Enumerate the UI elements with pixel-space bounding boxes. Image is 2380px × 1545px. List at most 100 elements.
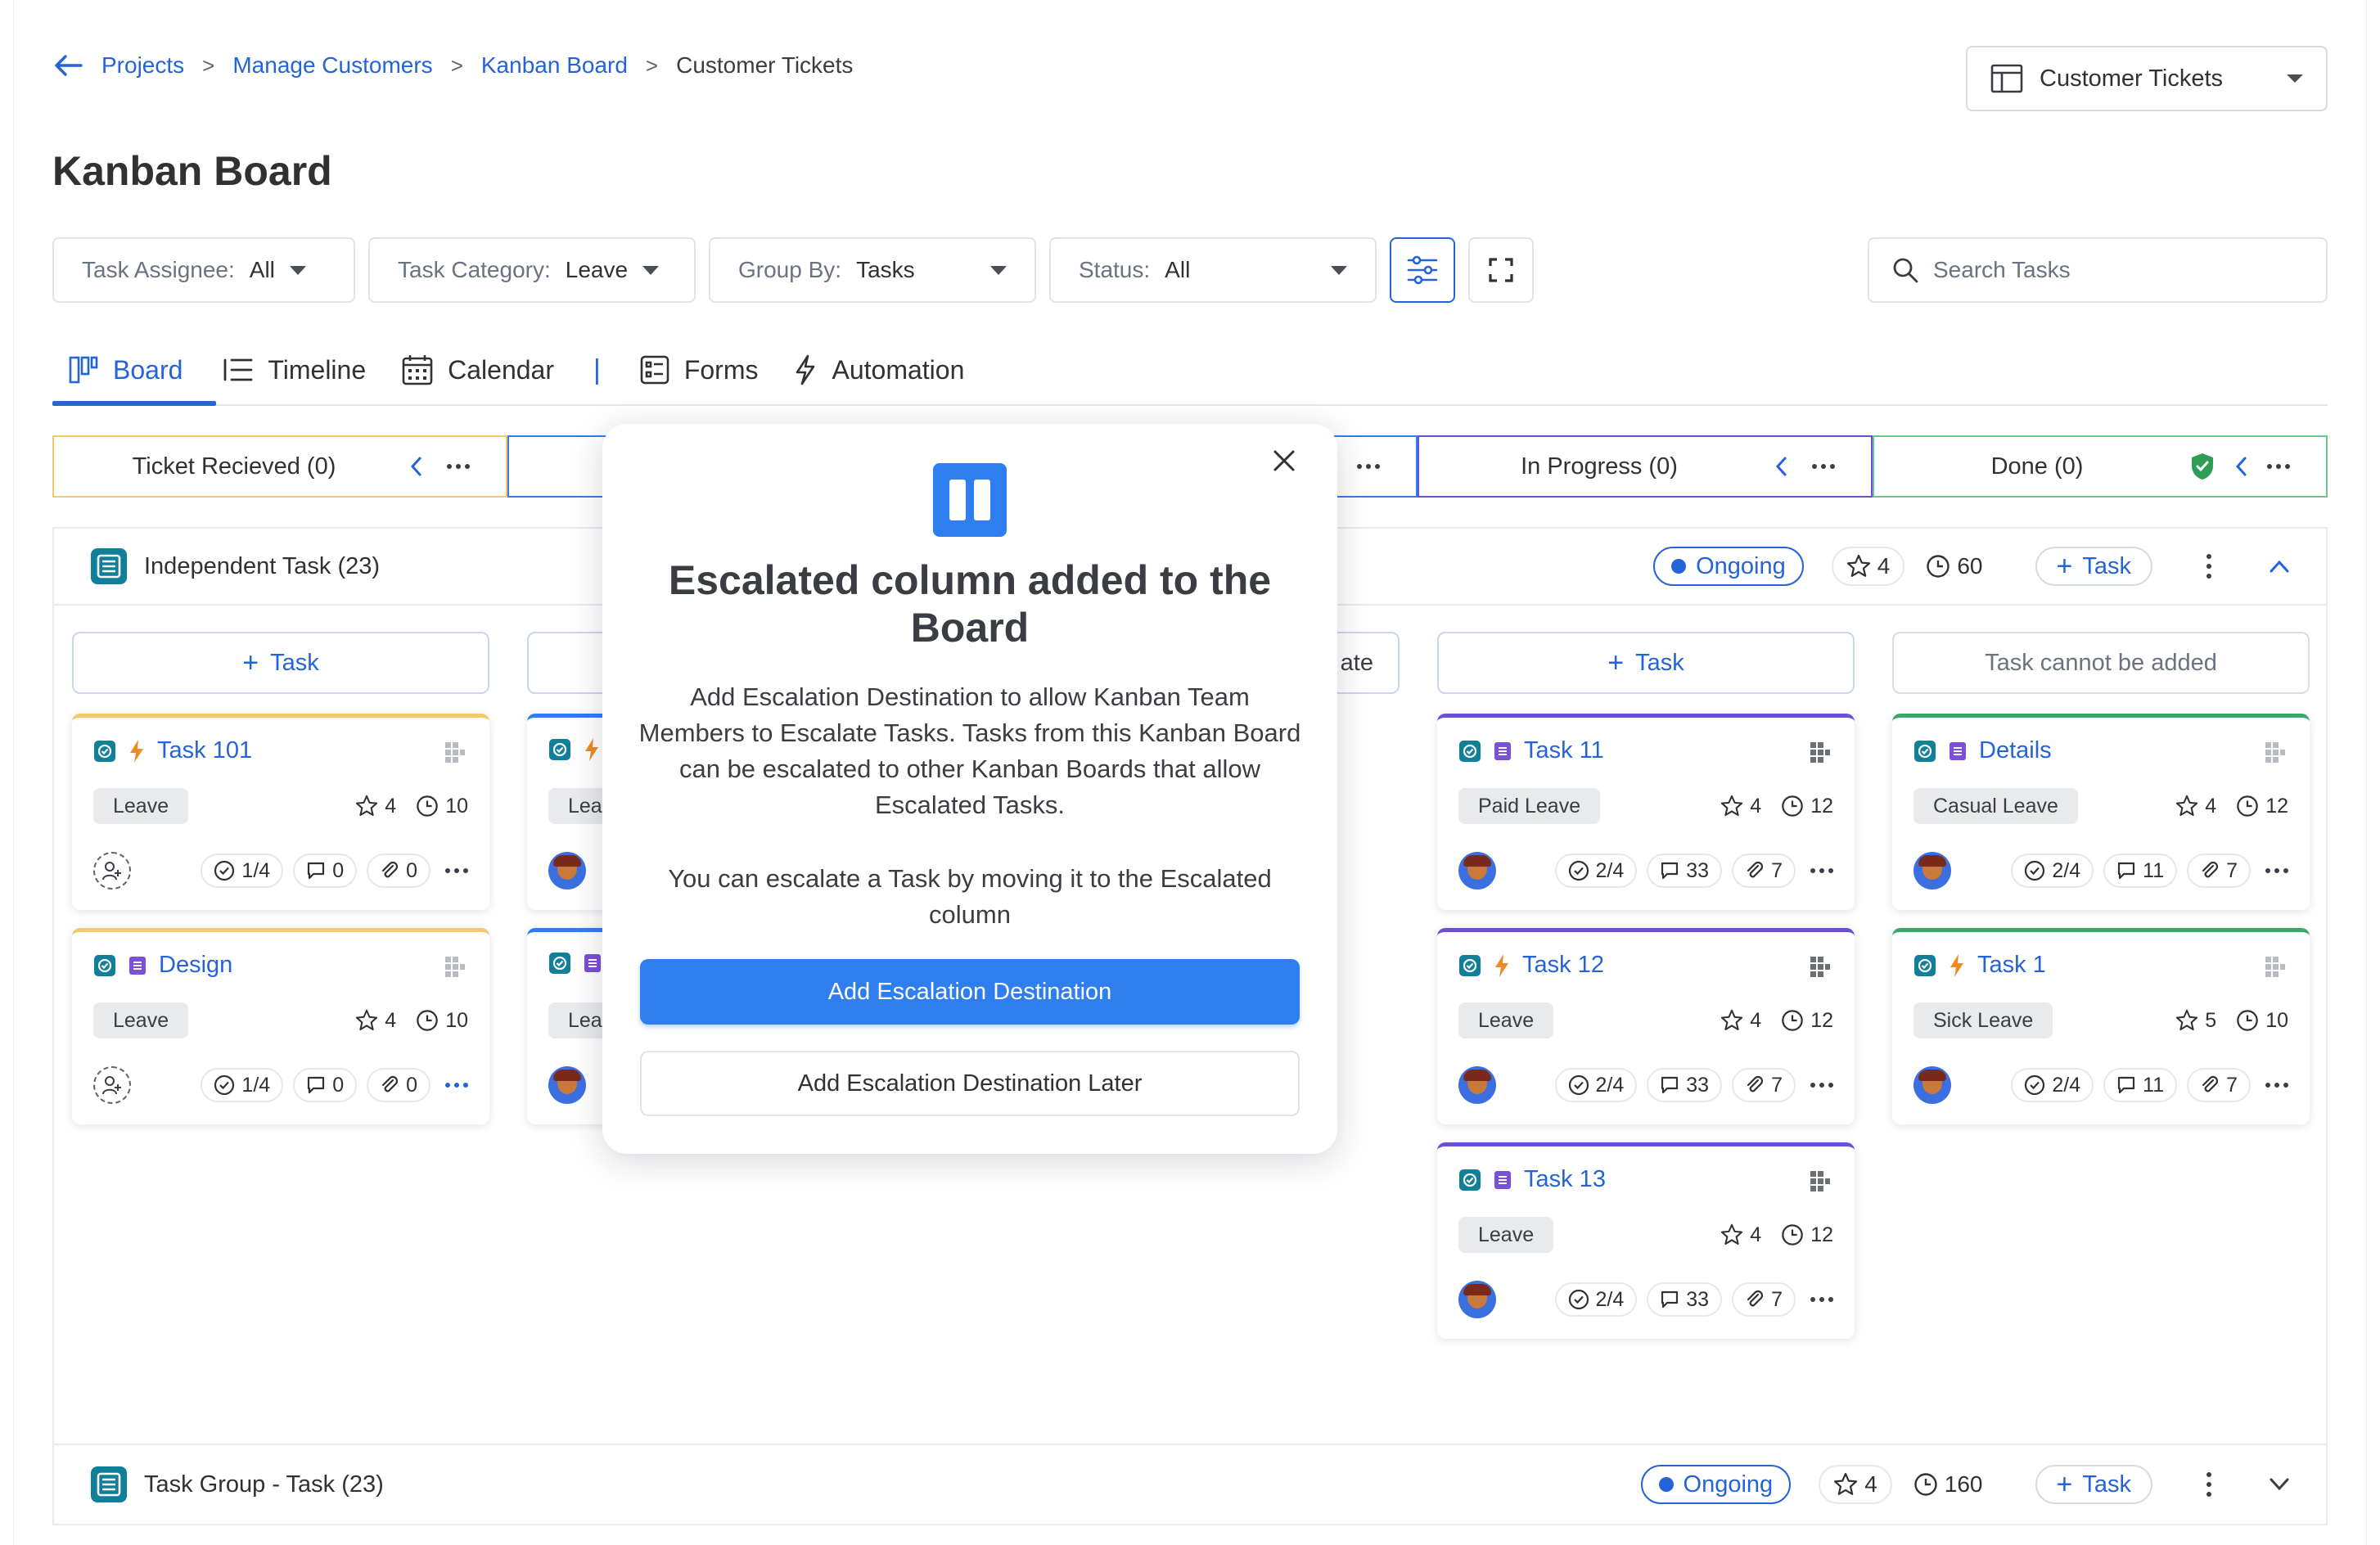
- card-title[interactable]: Task 1: [1977, 952, 2046, 979]
- avatar[interactable]: [1458, 1066, 1496, 1104]
- board-view-select[interactable]: Customer Tickets: [1966, 46, 2328, 111]
- checklist-chip[interactable]: 1/4: [201, 854, 284, 888]
- attachments-chip[interactable]: 0: [367, 1068, 430, 1102]
- group-menu-icon[interactable]: [2206, 554, 2211, 579]
- more-options-icon[interactable]: [447, 464, 470, 469]
- attachments-chip[interactable]: 0: [367, 854, 430, 888]
- form-icon: [129, 956, 146, 975]
- tab-automation[interactable]: Automation: [776, 334, 982, 406]
- drag-handle-icon[interactable]: [1809, 741, 1832, 763]
- drag-handle-icon[interactable]: [444, 955, 467, 978]
- checklist-chip[interactable]: 2/4: [1554, 1068, 1638, 1102]
- card-title[interactable]: Details: [1979, 737, 2052, 764]
- comments-chip[interactable]: 0: [293, 1068, 358, 1102]
- checklist-chip[interactable]: 2/4: [2011, 1068, 2094, 1102]
- group-menu-icon[interactable]: [2206, 1472, 2211, 1497]
- comments-chip[interactable]: 33: [1647, 1068, 1723, 1102]
- tab-forms[interactable]: Forms: [622, 334, 777, 406]
- breadcrumb-manage-customers[interactable]: Manage Customers: [232, 52, 432, 79]
- drag-handle-icon[interactable]: [1809, 1169, 1832, 1192]
- tab-timeline[interactable]: Timeline: [204, 334, 384, 406]
- chevron-left-icon[interactable]: [1774, 456, 1787, 477]
- attachments-chip[interactable]: 7: [1732, 1282, 1796, 1317]
- avatar[interactable]: [1913, 852, 1951, 890]
- add-escalation-destination-button[interactable]: Add Escalation Destination: [640, 959, 1300, 1025]
- attachments-chip[interactable]: 7: [1732, 854, 1796, 888]
- add-escalation-later-button[interactable]: Add Escalation Destination Later: [640, 1051, 1300, 1116]
- avatar[interactable]: [548, 1066, 586, 1104]
- comments-chip[interactable]: 33: [1647, 1282, 1723, 1317]
- attachments-chip[interactable]: 7: [1732, 1068, 1796, 1102]
- drag-handle-icon[interactable]: [444, 741, 467, 763]
- task-card[interactable]: Task 11 Paid Leave 4 12 2/4 33 7: [1437, 714, 1855, 910]
- assign-user-icon[interactable]: [93, 1066, 131, 1104]
- checklist-chip[interactable]: 2/4: [2011, 854, 2094, 888]
- add-task-button[interactable]: + Task: [2035, 1465, 2152, 1504]
- comments-chip[interactable]: 11: [2103, 1068, 2178, 1102]
- filter-settings-button[interactable]: [1390, 237, 1455, 303]
- comments-chip[interactable]: 11: [2103, 854, 2178, 888]
- status-badge[interactable]: Ongoing: [1640, 1465, 1792, 1504]
- task-card[interactable]: Details Casual Leave 4 12 2/4 11 7: [1892, 714, 2310, 910]
- card-title[interactable]: Design: [159, 952, 232, 979]
- task-card[interactable]: Task 13 Leave 4 12 2/4 33 7: [1437, 1142, 1855, 1339]
- search-tasks[interactable]: Search Tasks: [1868, 237, 2328, 303]
- more-options-icon[interactable]: [1357, 464, 1380, 469]
- card-title[interactable]: Task 13: [1524, 1166, 1606, 1193]
- task-card[interactable]: Task 12 Leave 4 12 2/4 33 7: [1437, 928, 1855, 1124]
- add-task-button[interactable]: + Task: [2035, 547, 2152, 586]
- comments-chip[interactable]: 33: [1647, 854, 1723, 888]
- assign-user-icon[interactable]: [93, 852, 131, 890]
- avatar[interactable]: [548, 852, 586, 890]
- more-options-icon[interactable]: [1812, 464, 1835, 469]
- chevron-up-icon[interactable]: [2269, 559, 2290, 574]
- group-by-filter[interactable]: Group By: Tasks: [709, 237, 1036, 303]
- group-header-task-group[interactable]: Task Group - Task (23) Ongoing 4 160 + Ta…: [52, 1444, 2328, 1525]
- search-input[interactable]: Search Tasks: [1933, 257, 2071, 283]
- checklist-chip[interactable]: 1/4: [201, 1068, 284, 1102]
- close-icon[interactable]: [1272, 448, 1296, 473]
- more-options-icon[interactable]: [445, 868, 468, 873]
- breadcrumb-kanban-board[interactable]: Kanban Board: [481, 52, 628, 79]
- card-title[interactable]: Task 11: [1524, 737, 1604, 764]
- more-options-icon[interactable]: [2265, 868, 2288, 873]
- avatar[interactable]: [1458, 1281, 1496, 1318]
- tab-calendar[interactable]: Calendar: [384, 334, 572, 406]
- more-options-icon[interactable]: [1810, 1297, 1833, 1302]
- status-filter[interactable]: Status: All: [1049, 237, 1377, 303]
- attachments-chip[interactable]: 7: [2187, 854, 2251, 888]
- task-card[interactable]: Task 1 Sick Leave 5 10 2/4 11 7: [1892, 928, 2310, 1124]
- more-options-icon[interactable]: [2267, 464, 2290, 469]
- more-options-icon[interactable]: [1810, 868, 1833, 873]
- column-add-task-button[interactable]: + Task: [1437, 632, 1855, 694]
- attachments-chip[interactable]: 7: [2187, 1068, 2251, 1102]
- chevron-left-icon[interactable]: [409, 456, 422, 477]
- chevron-left-icon[interactable]: [2234, 456, 2247, 477]
- task-assignee-filter[interactable]: Task Assignee: All: [52, 237, 355, 303]
- card-title[interactable]: Task 101: [157, 737, 252, 764]
- comments-chip[interactable]: 0: [293, 854, 358, 888]
- more-options-icon[interactable]: [1810, 1083, 1833, 1088]
- star-count: 4: [1864, 1471, 1877, 1497]
- chevron-down-icon[interactable]: [2269, 1477, 2290, 1492]
- fullscreen-button[interactable]: [1468, 237, 1534, 303]
- breadcrumb-projects[interactable]: Projects: [101, 52, 184, 79]
- task-category-filter[interactable]: Task Category: Leave: [368, 237, 696, 303]
- back-arrow-icon[interactable]: [54, 54, 83, 77]
- checklist-chip[interactable]: 2/4: [1554, 854, 1638, 888]
- task-card[interactable]: Design Leave 4 10 1/4 0 0: [72, 928, 489, 1124]
- task-card[interactable]: Task 101 Leave 4 10 1/4 0 0: [72, 714, 489, 910]
- status-badge[interactable]: Ongoing: [1653, 547, 1804, 586]
- checklist-chip[interactable]: 2/4: [1554, 1282, 1638, 1317]
- avatar[interactable]: [1458, 852, 1496, 890]
- avatar[interactable]: [1913, 1066, 1951, 1104]
- column-add-task-button[interactable]: + Task: [72, 632, 489, 694]
- card-title[interactable]: Task 12: [1522, 952, 1604, 979]
- more-options-icon[interactable]: [445, 1083, 468, 1088]
- drag-handle-icon[interactable]: [2264, 741, 2287, 763]
- tab-board[interactable]: Board: [52, 334, 201, 406]
- clock-icon: [417, 795, 438, 817]
- drag-handle-icon[interactable]: [1809, 955, 1832, 978]
- more-options-icon[interactable]: [2265, 1083, 2288, 1088]
- drag-handle-icon[interactable]: [2264, 955, 2287, 978]
